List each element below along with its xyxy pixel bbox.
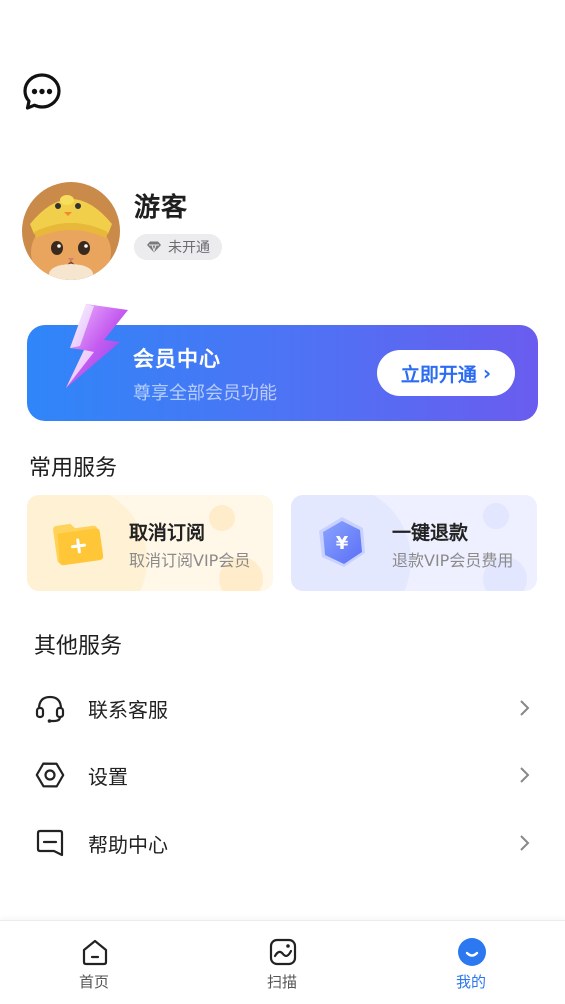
home-icon xyxy=(82,939,108,966)
chevron-right-icon xyxy=(520,835,530,851)
tab-label-home: 首页 xyxy=(78,973,109,991)
cat-avatar-image xyxy=(22,182,120,280)
one-click-refund-card[interactable]: ¥ 一键退款 退款VIP会员费用 xyxy=(291,495,537,591)
svg-text:¥: ¥ xyxy=(336,533,349,554)
tab-scan[interactable]: 扫描 xyxy=(222,921,342,1004)
vip-status-badge[interactable]: 未开通 xyxy=(134,233,222,260)
settings-hexagon-icon xyxy=(35,762,65,788)
common-services-title: 常用服务 xyxy=(29,456,118,481)
card-decoration xyxy=(483,503,509,529)
menu-label-contact-support: 联系客服 xyxy=(88,697,168,722)
yen-hexagon-icon: ¥ xyxy=(319,517,365,567)
open-vip-label: 立即开通 xyxy=(400,363,477,386)
other-services-title: 其他服务 xyxy=(34,634,123,659)
headset-icon xyxy=(35,695,65,723)
one-click-refund-title: 一键退款 xyxy=(392,522,469,544)
open-vip-button[interactable]: 立即开通 › xyxy=(377,350,515,396)
chevron-right-icon: › xyxy=(482,361,492,385)
profile-header: 游客 未开通 xyxy=(22,182,222,280)
folder-plus-icon xyxy=(53,523,104,566)
vip-center-subtitle: 尊享全部会员功能 xyxy=(133,383,277,404)
tab-home[interactable]: 首页 xyxy=(34,921,154,1004)
tab-label-scan: 扫描 xyxy=(266,973,297,991)
diamond-icon xyxy=(147,241,161,253)
cancel-subscription-title: 取消订阅 xyxy=(129,522,206,544)
tab-mine[interactable]: 我的 xyxy=(411,921,531,1004)
vip-status-text: 未开通 xyxy=(168,239,210,256)
lightning-bolt-icon xyxy=(66,304,128,388)
bottom-tab-bar: 首页 扫描 我的 xyxy=(0,920,565,1004)
tab-label-mine: 我的 xyxy=(455,973,486,991)
message-button[interactable] xyxy=(22,72,62,112)
menu-label-settings: 设置 xyxy=(88,764,128,789)
help-icon xyxy=(36,829,64,857)
profile-icon xyxy=(458,938,486,966)
menu-item-settings[interactable]: 设置 xyxy=(0,747,565,803)
menu-item-contact-support[interactable]: 联系客服 xyxy=(0,680,565,736)
one-click-refund-subtitle: 退款VIP会员费用 xyxy=(392,551,514,570)
scan-icon xyxy=(269,938,297,966)
menu-item-help-center[interactable]: 帮助中心 xyxy=(0,815,565,871)
menu-label-help-center: 帮助中心 xyxy=(88,832,168,857)
card-decoration xyxy=(209,505,235,531)
chevron-right-icon xyxy=(520,767,530,783)
cancel-subscription-subtitle: 取消订阅VIP会员 xyxy=(129,551,251,570)
vip-center-title: 会员中心 xyxy=(133,347,221,371)
avatar[interactable] xyxy=(22,182,120,280)
cancel-subscription-card[interactable]: 取消订阅 取消订阅VIP会员 xyxy=(27,495,273,591)
chevron-right-icon xyxy=(520,700,530,716)
username: 游客 xyxy=(134,192,189,223)
chat-bubble-icon xyxy=(23,73,61,110)
